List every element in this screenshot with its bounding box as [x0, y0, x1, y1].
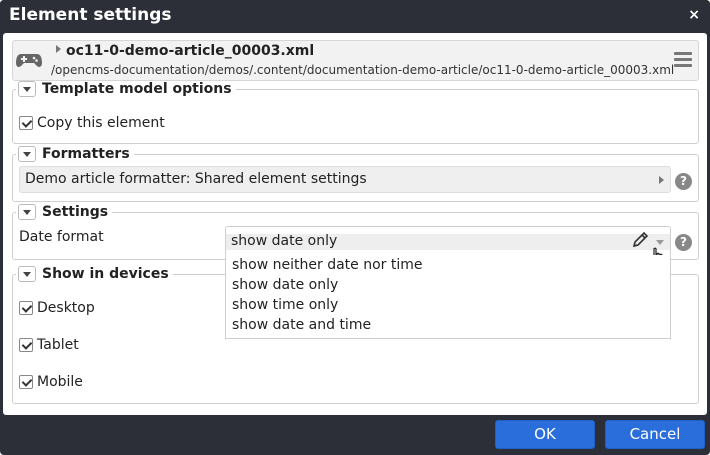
ok-button[interactable]: OK [495, 420, 595, 449]
formatter-select[interactable]: Demo article formatter: Shared element s… [19, 166, 671, 193]
show-in-devices-legend: Show in devices [16, 266, 173, 282]
tablet-label: Tablet [37, 337, 79, 353]
collapse-toggle-icon[interactable] [18, 81, 36, 97]
tablet-checkbox[interactable] [19, 338, 33, 352]
expand-arrow-icon[interactable] [56, 45, 61, 53]
fieldset-label: Show in devices [42, 266, 169, 282]
formatter-help-icon[interactable]: ? [675, 173, 692, 190]
template-model-options-fieldset: Template model options Copy this element [12, 81, 699, 144]
date-format-label: Date format [19, 229, 104, 245]
desktop-label: Desktop [37, 300, 95, 316]
hamburger-menu-icon[interactable] [674, 52, 692, 68]
device-row-tablet: Tablet [19, 337, 79, 353]
copy-element-checkbox[interactable] [19, 116, 33, 130]
fieldset-label: Formatters [42, 146, 130, 162]
formatters-legend: Formatters [16, 146, 134, 162]
date-format-help-icon[interactable]: ? [675, 234, 692, 251]
template-model-options-legend: Template model options [16, 81, 236, 97]
device-row-mobile: Mobile [19, 374, 83, 390]
fieldset-label: Settings [42, 204, 109, 220]
date-format-dropdown-list: show neither date nor time show date onl… [225, 255, 671, 339]
dropdown-option[interactable]: show date only [232, 277, 338, 293]
gamepad-icon [16, 54, 42, 67]
device-row-desktop: Desktop [19, 300, 95, 316]
dialog-title: Element settings [9, 5, 172, 25]
element-settings-dialog: Element settings × oc11-0-demo-article_0… [0, 0, 710, 455]
formatter-select-value: Demo article formatter: Shared element s… [25, 171, 367, 187]
chevron-down-icon[interactable] [656, 240, 664, 245]
date-format-select-value: show date only [231, 233, 338, 249]
resource-title: oc11-0-demo-article_00003.xml [66, 43, 315, 59]
cancel-button[interactable]: Cancel [605, 420, 705, 449]
settings-legend: Settings [16, 204, 113, 220]
collapse-toggle-icon[interactable] [18, 146, 36, 162]
fieldset-label: Template model options [42, 81, 232, 97]
collapse-toggle-icon[interactable] [18, 204, 36, 220]
formatters-fieldset: Formatters Demo article formatter: Share… [12, 146, 699, 202]
chevron-right-icon [659, 176, 664, 184]
dropdown-option[interactable]: show date and time [232, 317, 371, 333]
resource-path: /opencms-documentation/demos/.content/do… [51, 63, 675, 77]
copy-element-row: Copy this element [19, 115, 165, 131]
collapse-toggle-icon[interactable] [18, 266, 36, 282]
dropdown-option[interactable]: show time only [232, 297, 338, 313]
resource-info-box: oc11-0-demo-article_00003.xml /opencms-d… [12, 40, 699, 81]
desktop-checkbox[interactable] [19, 301, 33, 315]
copy-element-label: Copy this element [37, 115, 165, 131]
close-icon[interactable]: × [688, 7, 700, 23]
mobile-checkbox[interactable] [19, 375, 33, 389]
dialog-content: oc11-0-demo-article_00003.xml /opencms-d… [3, 33, 707, 415]
dialog-titlebar: Element settings × [0, 0, 710, 32]
dropdown-option[interactable]: show neither date nor time [232, 257, 422, 273]
mobile-label: Mobile [37, 374, 83, 390]
date-format-select[interactable]: show date only [225, 226, 671, 256]
